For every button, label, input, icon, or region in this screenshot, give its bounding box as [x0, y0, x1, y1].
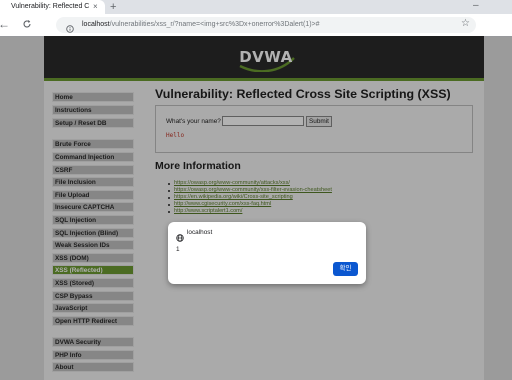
tab-title: Vulnerability: Reflected Cross: [11, 3, 89, 10]
reload-icon[interactable]: [22, 17, 32, 33]
site-info-icon[interactable]: [66, 20, 74, 33]
url-path: /vulnerabilities/xss_r/?name=<img+src%3D…: [109, 21, 320, 28]
back-icon[interactable]: ←: [0, 17, 10, 31]
new-tab-icon[interactable]: +: [110, 1, 116, 13]
url-host: localhost: [82, 21, 110, 28]
dialog-message: 1: [176, 246, 180, 253]
dialog-origin: localhost: [187, 229, 213, 236]
modal-overlay: [0, 36, 512, 380]
url-text: localhost/vulnerabilities/xss_r/?name=<i…: [82, 18, 320, 32]
ok-button[interactable]: 확인: [333, 262, 358, 276]
minimize-icon[interactable]: –: [473, 0, 479, 12]
globe-icon: [176, 229, 184, 242]
tab-close-icon[interactable]: ×: [93, 2, 98, 12]
bookmark-star-icon[interactable]: ☆: [461, 17, 470, 31]
